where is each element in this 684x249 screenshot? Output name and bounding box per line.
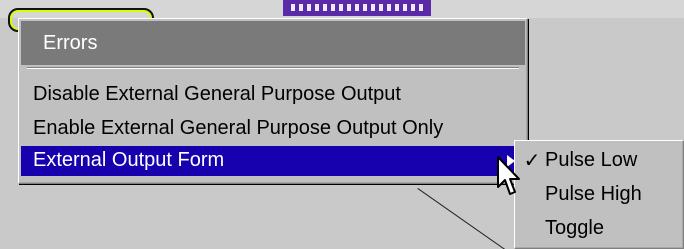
menu-separator bbox=[27, 67, 519, 69]
context-menu: Errors Disable External General Purpose … bbox=[18, 18, 528, 184]
submenu-item-pulse-low[interactable]: ✓ Pulse Low bbox=[517, 146, 681, 174]
menu-item-errors: Errors bbox=[21, 21, 525, 65]
submenu-item-toggle[interactable]: Toggle bbox=[517, 214, 681, 242]
submenu-item-pulse-high[interactable]: Pulse High bbox=[517, 180, 681, 208]
submenu-item-toggle-label: Toggle bbox=[545, 217, 604, 239]
menu-item-errors-label: Errors bbox=[43, 32, 98, 54]
submenu: ✓ Pulse Low Pulse High Toggle bbox=[514, 140, 684, 249]
menu-item-disable-external-general-purpose-output[interactable]: Disable External General Purpose Output bbox=[21, 80, 525, 108]
menu-item-external-output-form-label: External Output Form bbox=[33, 149, 225, 171]
background-line bbox=[417, 188, 521, 249]
menu-item-disable-label: Disable External General Purpose Output bbox=[33, 83, 401, 105]
desktop-canvas: Errors Disable External General Purpose … bbox=[0, 0, 684, 249]
mouse-pointer-icon bbox=[497, 156, 520, 195]
menu-item-enable-external-general-purpose-output-only[interactable]: Enable External General Purpose Output O… bbox=[21, 114, 525, 142]
submenu-item-pulse-low-label: Pulse Low bbox=[545, 149, 638, 171]
menu-item-external-output-form[interactable]: External Output Form bbox=[21, 146, 525, 176]
menu-item-enable-label: Enable External General Purpose Output O… bbox=[33, 117, 444, 139]
submenu-item-pulse-high-label: Pulse High bbox=[545, 183, 642, 205]
checkmark-icon: ✓ bbox=[523, 148, 541, 172]
background-shape-purple bbox=[283, 0, 431, 16]
